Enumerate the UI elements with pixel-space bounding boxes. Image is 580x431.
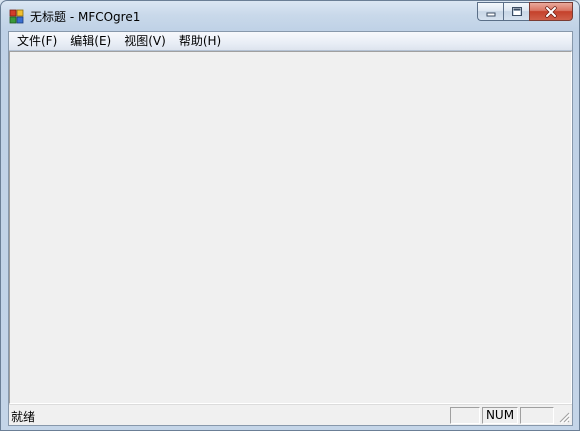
- menu-bar: 文件(F) 编辑(E) 视图(V) 帮助(H): [9, 32, 572, 51]
- status-message: 就绪: [11, 410, 36, 424]
- main-window: 无标题 - MFCOgre1 文件(F) 编辑(E) 视图(V) 帮助(H) 就…: [0, 0, 580, 431]
- minimize-button[interactable]: [477, 2, 503, 21]
- menu-edit[interactable]: 编辑(E): [63, 32, 117, 50]
- close-icon: [544, 5, 558, 18]
- caps-indicator: [450, 407, 480, 424]
- maximize-button[interactable]: [503, 2, 529, 21]
- close-button[interactable]: [529, 2, 573, 21]
- menu-file[interactable]: 文件(F): [10, 32, 63, 50]
- menu-view[interactable]: 视图(V): [117, 32, 172, 50]
- window-frame: 文件(F) 编辑(E) 视图(V) 帮助(H) 就绪 NUM: [8, 31, 573, 426]
- app-icon[interactable]: [9, 9, 24, 24]
- document-area[interactable]: [9, 51, 572, 404]
- num-indicator: NUM: [482, 407, 518, 424]
- status-bar: 就绪 NUM: [9, 404, 572, 425]
- menu-help[interactable]: 帮助(H): [172, 32, 227, 50]
- caption-buttons: [477, 2, 573, 21]
- scroll-indicator: [520, 407, 554, 424]
- title-bar[interactable]: 无标题 - MFCOgre1: [1, 1, 579, 31]
- minimize-icon: [485, 7, 497, 17]
- size-grip-icon[interactable]: [557, 410, 571, 424]
- window-title: 无标题 - MFCOgre1: [30, 10, 141, 24]
- maximize-icon: [511, 6, 523, 17]
